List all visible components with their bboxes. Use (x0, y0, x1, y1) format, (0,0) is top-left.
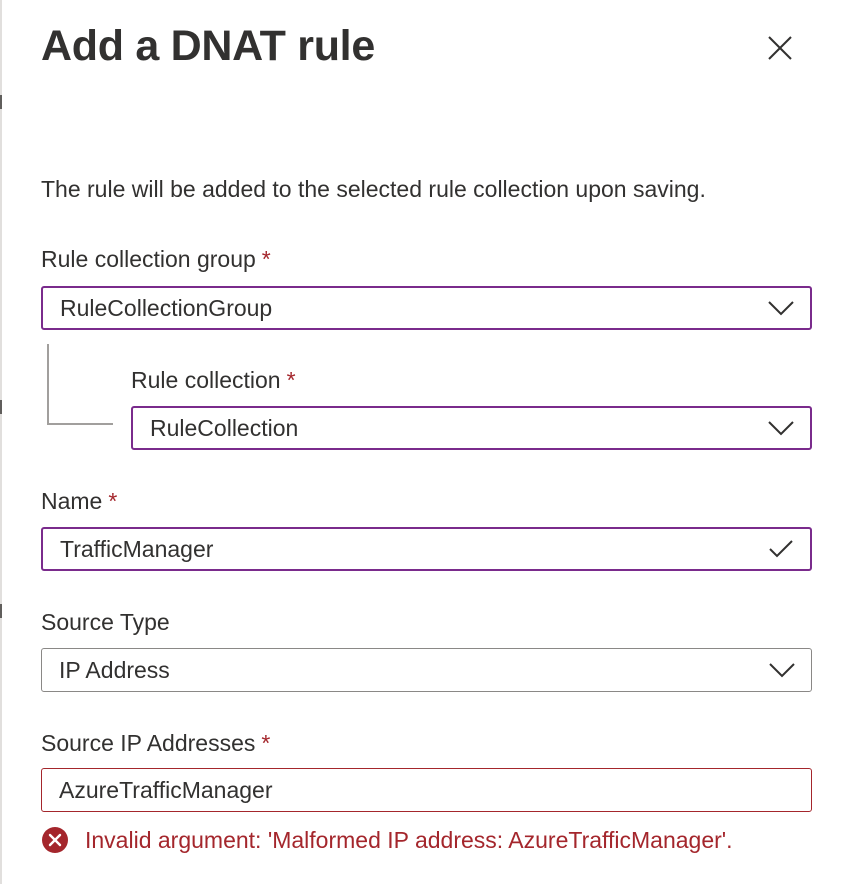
rule-collection-group-value: RuleCollectionGroup (60, 294, 273, 321)
error-text: Invalid argument: 'Malformed IP address:… (85, 826, 733, 853)
panel-title: Add a DNAT rule (41, 22, 375, 70)
rule-collection-group-dropdown[interactable]: RuleCollectionGroup (41, 286, 812, 330)
panel-left-border (0, 0, 2, 884)
hierarchy-connector (47, 423, 113, 425)
rule-collection-dropdown[interactable]: RuleCollection (131, 406, 812, 450)
rule-collection-label: Rule collection * (131, 367, 296, 394)
source-type-label: Source Type (41, 609, 170, 636)
name-label-text: Name (41, 488, 103, 514)
source-type-label-text: Source Type (41, 609, 170, 635)
name-input[interactable]: TrafficManager (41, 527, 812, 571)
name-label: Name * (41, 488, 117, 515)
rule-collection-label-text: Rule collection (131, 367, 281, 393)
source-type-value: IP Address (59, 656, 170, 683)
rule-collection-value: RuleCollection (150, 414, 299, 441)
close-button[interactable] (760, 28, 800, 68)
background-edge-marker (0, 400, 2, 414)
required-marker: * (261, 246, 271, 272)
chevron-down-icon (766, 293, 796, 323)
required-marker: * (261, 730, 271, 756)
source-ip-error-message: Invalid argument: 'Malformed IP address:… (41, 826, 733, 854)
source-ip-addresses-input[interactable]: AzureTrafficManager (41, 768, 812, 812)
checkmark-icon (766, 534, 796, 564)
rule-collection-group-label-text: Rule collection group (41, 246, 256, 272)
source-ip-addresses-label: Source IP Addresses * (41, 730, 270, 757)
close-icon (768, 36, 792, 60)
required-marker: * (108, 488, 118, 514)
background-edge-marker (0, 604, 2, 618)
hierarchy-connector (47, 344, 49, 424)
source-ip-addresses-value: AzureTrafficManager (59, 776, 273, 803)
chevron-down-icon (766, 413, 796, 443)
background-edge-marker (0, 95, 2, 109)
source-type-dropdown[interactable]: IP Address (41, 648, 812, 692)
error-circle-icon (41, 826, 69, 854)
add-dnat-rule-panel: Add a DNAT rule The rule will be added t… (0, 0, 852, 884)
rule-collection-group-label: Rule collection group * (41, 246, 271, 273)
source-ip-addresses-label-text: Source IP Addresses (41, 730, 256, 756)
panel-description: The rule will be added to the selected r… (41, 176, 706, 202)
chevron-down-icon (767, 655, 797, 685)
name-value: TrafficManager (60, 535, 214, 562)
required-marker: * (286, 367, 296, 393)
